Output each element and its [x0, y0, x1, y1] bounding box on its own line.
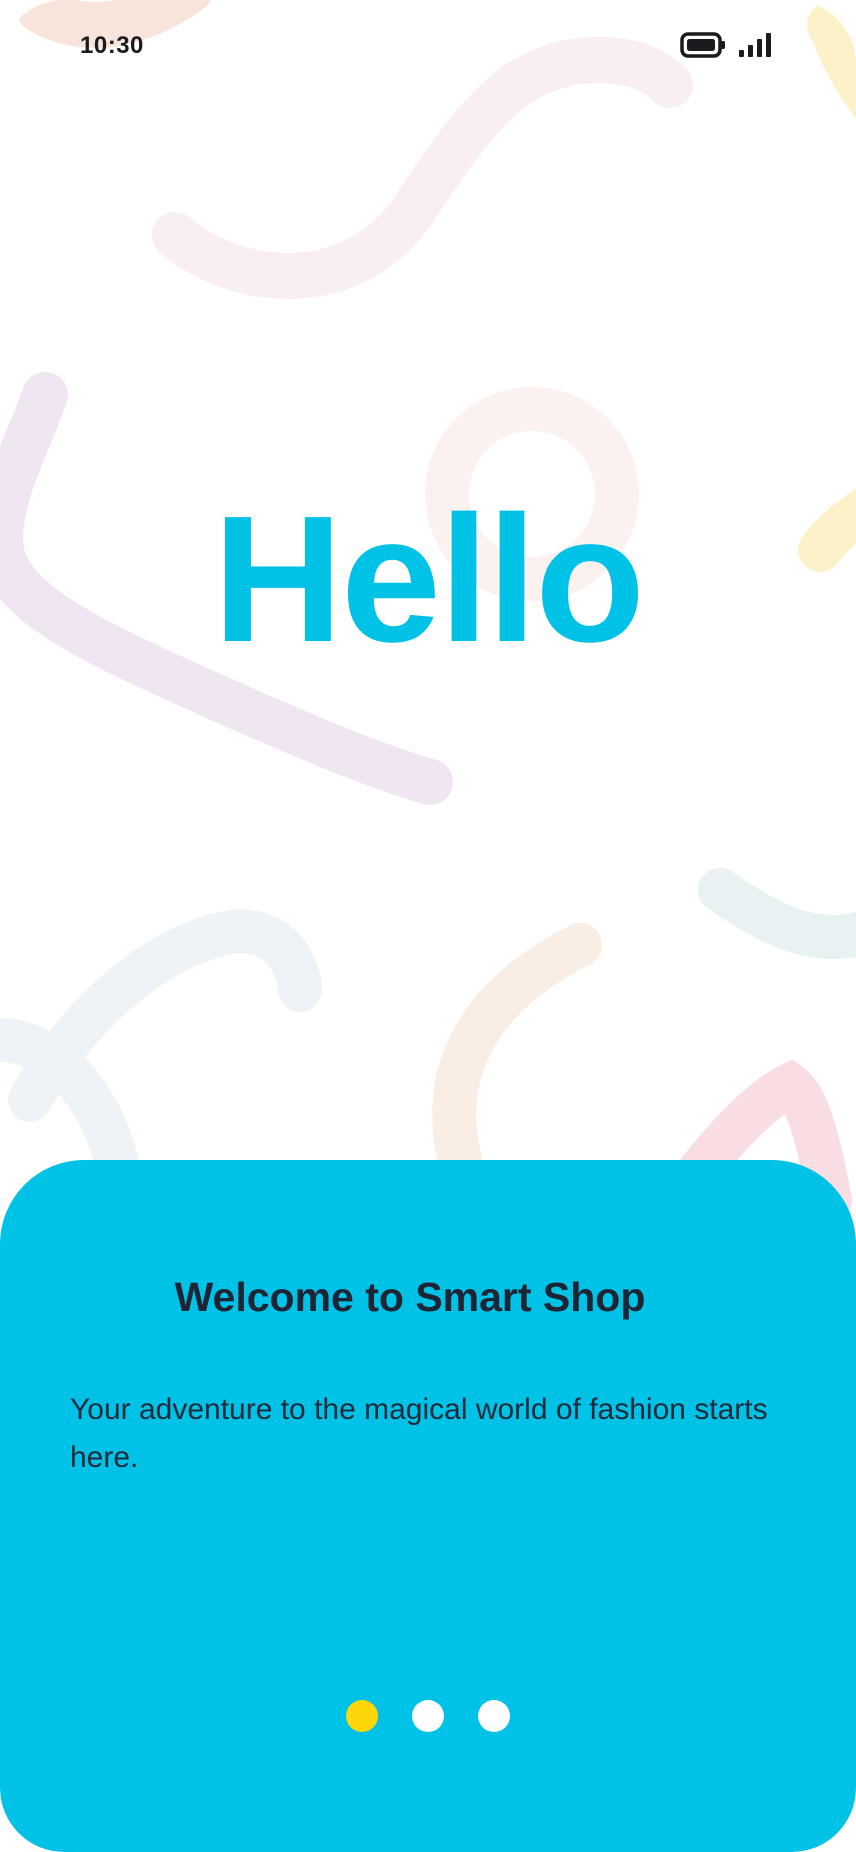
status-icons: [680, 32, 772, 63]
phone-screen: 10:30 Hello Welcome to Smart Shop Your a…: [0, 0, 856, 1852]
page-dot-2[interactable]: [412, 1700, 444, 1732]
battery-icon: [680, 32, 726, 63]
doodle-blue-loop: [0, 909, 322, 1202]
doodle-mint-right: [698, 868, 856, 960]
hero-title: Hello: [212, 479, 645, 680]
page-indicator: [0, 1700, 856, 1732]
onboarding-title: Welcome to Smart Shop: [174, 1274, 646, 1320]
status-bar: 10:30: [0, 0, 856, 96]
page-dot-1[interactable]: [346, 1700, 378, 1732]
status-time: 10:30: [80, 32, 144, 59]
page-dot-3[interactable]: [478, 1700, 510, 1732]
onboarding-description: Your adventure to the magical world of f…: [70, 1393, 768, 1474]
doodle-peach-arc: [432, 923, 602, 1182]
signal-icon: [738, 32, 772, 63]
onboarding-card: Welcome to Smart Shop Your adventure to …: [0, 1160, 856, 1852]
